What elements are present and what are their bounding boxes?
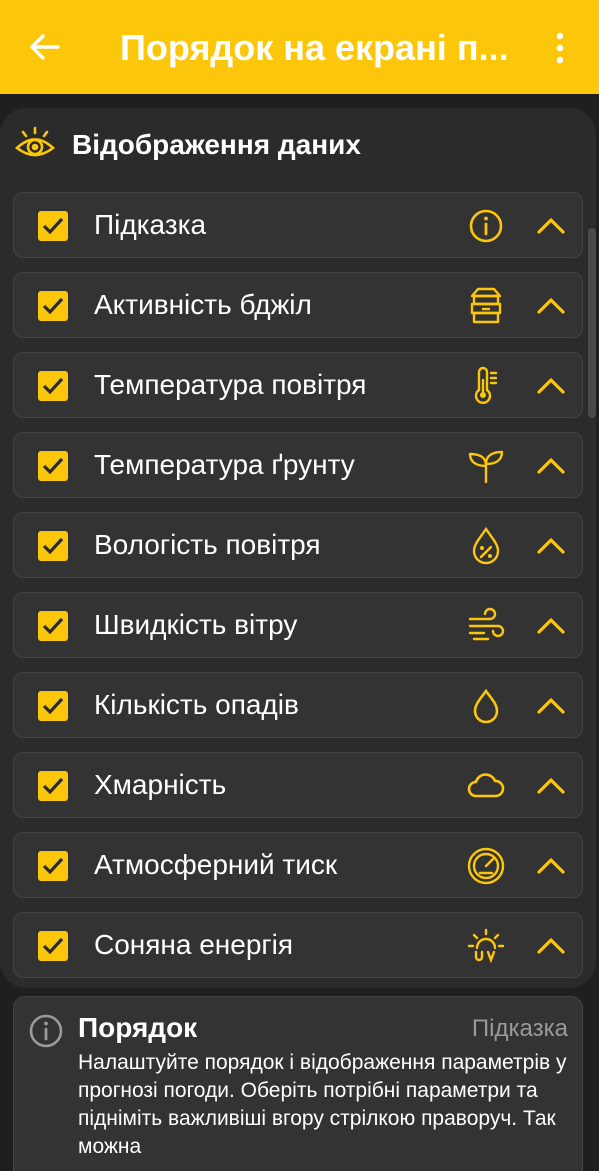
list-item-air-temperature[interactable]: Температура повітря [13, 352, 583, 418]
item-label: Соняна енергія [94, 929, 294, 960]
more-vert-icon[interactable] [548, 30, 572, 66]
wind-icon [468, 607, 505, 641]
item-label: Атмосферний тиск [94, 849, 338, 880]
checkbox[interactable] [38, 851, 68, 881]
move-up-icon[interactable] [536, 453, 566, 479]
drop-icon [473, 688, 499, 724]
checkbox[interactable] [38, 531, 68, 561]
section-title: Відображення даних [72, 129, 361, 160]
list-item-soil-temperature[interactable]: Температура ґрунту [13, 432, 583, 498]
info-outline-icon [29, 1014, 63, 1048]
list-item-solar-energy[interactable]: Соняна енергія [13, 912, 583, 978]
cloud-icon [467, 773, 505, 798]
move-up-icon[interactable] [536, 693, 566, 719]
hint-text: Налаштуйте порядок і відображення параме… [78, 1051, 567, 1158]
checkbox[interactable] [38, 611, 68, 641]
item-label: Хмарність [94, 769, 227, 800]
move-up-icon[interactable] [536, 213, 566, 239]
thermometer-icon [474, 366, 498, 404]
gauge-icon [467, 847, 505, 885]
item-label: Підказка [94, 209, 207, 240]
beehive-icon [470, 287, 502, 324]
checkbox[interactable] [38, 451, 68, 481]
hint-badge: Підказка [471, 1015, 568, 1042]
item-label: Швидкість вітру [94, 609, 298, 640]
list-item-hint[interactable]: Підказка [13, 192, 583, 258]
list-item-precipitation[interactable]: Кількість опадів [13, 672, 583, 738]
item-label: Кількість опадів [94, 689, 299, 720]
checkbox[interactable] [38, 371, 68, 401]
checkbox[interactable] [38, 771, 68, 801]
move-up-icon[interactable] [536, 373, 566, 399]
item-label: Вологість повітря [94, 529, 321, 560]
move-up-icon[interactable] [536, 933, 566, 959]
checkbox[interactable] [38, 291, 68, 321]
eye-icon [15, 126, 55, 157]
hint-card: Порядок Підказка Налаштуйте порядок і ві… [13, 996, 583, 1171]
checkbox[interactable] [38, 931, 68, 961]
list-item-pressure[interactable]: Атмосферний тиск [13, 832, 583, 898]
list-item-bee-activity[interactable]: Активність бджіл [13, 272, 583, 338]
list-item-air-humidity[interactable]: Вологість повітря [13, 512, 583, 578]
move-up-icon[interactable] [536, 613, 566, 639]
info-icon [469, 209, 503, 243]
sun-uv-icon [467, 928, 505, 964]
move-up-icon[interactable] [536, 773, 566, 799]
page-title: Порядок на екрані п... [120, 27, 509, 68]
app-bar: Порядок на екрані п... [0, 0, 599, 94]
list-item-wind-speed[interactable]: Швидкість вітру [13, 592, 583, 658]
section-header: Відображення даних [14, 122, 574, 166]
hint-title: Порядок [78, 1012, 198, 1043]
item-label: Температура повітря [94, 369, 367, 400]
scrollbar-thumb[interactable] [588, 228, 596, 418]
list-item-cloudiness[interactable]: Хмарність [13, 752, 583, 818]
arrow-left-icon[interactable] [28, 30, 62, 64]
move-up-icon[interactable] [536, 533, 566, 559]
humidity-drop-icon [472, 526, 500, 565]
item-label: Температура ґрунту [94, 449, 355, 480]
sprout-icon [468, 450, 504, 484]
move-up-icon[interactable] [536, 293, 566, 319]
move-up-icon[interactable] [536, 853, 566, 879]
checkbox[interactable] [38, 211, 68, 241]
checkbox[interactable] [38, 691, 68, 721]
item-label: Активність бджіл [94, 289, 312, 320]
